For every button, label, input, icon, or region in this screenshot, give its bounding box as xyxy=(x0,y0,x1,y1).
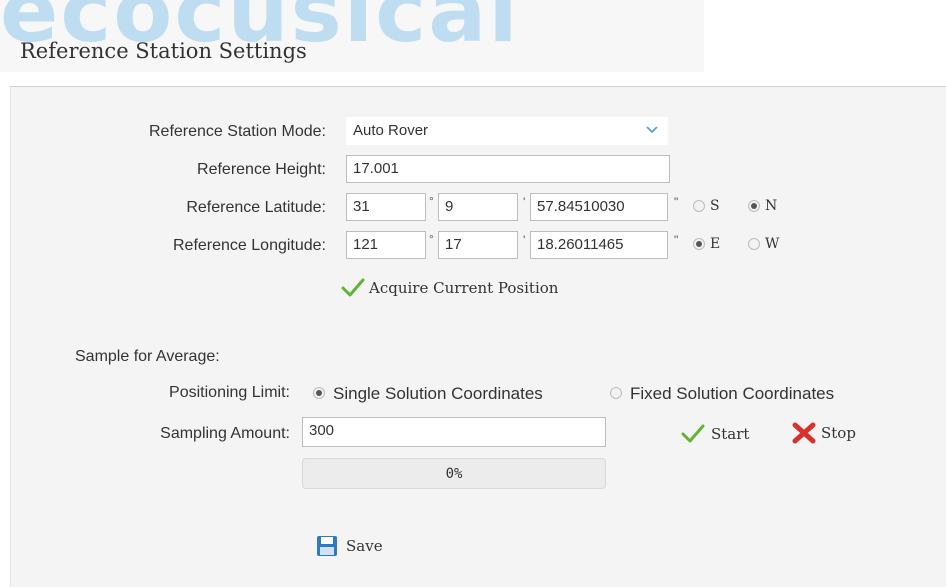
start-label: Start xyxy=(711,425,750,443)
progress-text: 0% xyxy=(445,466,463,482)
mode-select[interactable]: Auto Rover xyxy=(346,117,668,145)
longitude-minutes-input[interactable]: 17 xyxy=(438,231,518,259)
save-button[interactable]: Save xyxy=(316,535,383,557)
latitude-degree-symbol: ° xyxy=(429,194,434,208)
longitude-seconds-input[interactable]: 18.26011465 xyxy=(530,231,668,259)
sampling-progress-bar: 0% xyxy=(302,458,606,489)
latitude-n-radio[interactable] xyxy=(748,200,760,212)
stop-button[interactable]: Stop xyxy=(791,421,856,445)
longitude-degrees-input[interactable]: 121 xyxy=(346,231,426,259)
sample-heading: Sample for Average: xyxy=(75,348,220,365)
longitude-w-label: W xyxy=(765,236,780,252)
latitude-label: Reference Latitude: xyxy=(186,199,326,216)
stop-label: Stop xyxy=(821,424,856,442)
title-bar: Reference Station Settings xyxy=(0,0,704,72)
sampling-amount-input[interactable]: 300 xyxy=(302,417,606,447)
chevron-down-icon xyxy=(646,126,658,134)
latitude-s-label: S xyxy=(710,198,720,214)
latitude-n-label: N xyxy=(765,198,778,214)
longitude-second-symbol: " xyxy=(674,233,679,247)
longitude-label: Reference Longitude: xyxy=(173,237,326,254)
latitude-degrees-input[interactable]: 31 xyxy=(346,193,426,221)
acquire-position-button[interactable]: Acquire Current Position xyxy=(341,277,558,299)
latitude-s-radio[interactable] xyxy=(693,200,705,212)
longitude-degree-symbol: ° xyxy=(429,232,434,246)
latitude-minutes-input[interactable]: 9 xyxy=(438,193,518,221)
mode-select-value: Auto Rover xyxy=(353,122,429,139)
height-label: Reference Height: xyxy=(197,161,326,178)
longitude-minute-symbol: ' xyxy=(523,233,526,247)
mode-label: Reference Station Mode: xyxy=(149,123,326,140)
positioning-limit-label: Positioning Limit: xyxy=(169,384,290,401)
page-title: Reference Station Settings xyxy=(20,39,307,63)
x-icon xyxy=(792,422,816,444)
check-icon xyxy=(681,424,705,443)
latitude-seconds-input[interactable]: 57.84510030 xyxy=(530,193,668,221)
acquire-position-label: Acquire Current Position xyxy=(369,279,559,297)
start-button[interactable]: Start xyxy=(681,423,749,445)
longitude-w-radio[interactable] xyxy=(748,238,760,250)
floppy-disk-icon xyxy=(317,536,337,556)
check-icon xyxy=(341,278,365,297)
single-solution-radio[interactable] xyxy=(313,387,325,399)
sampling-amount-label: Sampling Amount: xyxy=(160,425,290,442)
fixed-solution-radio[interactable] xyxy=(610,387,622,399)
single-solution-label: Single Solution Coordinates xyxy=(333,384,543,403)
height-input[interactable]: 17.001 xyxy=(346,155,670,183)
fixed-solution-label: Fixed Solution Coordinates xyxy=(630,384,835,403)
latitude-second-symbol: " xyxy=(674,195,679,209)
longitude-e-label: E xyxy=(710,236,721,252)
latitude-minute-symbol: ' xyxy=(523,195,526,209)
longitude-e-radio[interactable] xyxy=(693,238,705,250)
save-label: Save xyxy=(346,537,383,555)
